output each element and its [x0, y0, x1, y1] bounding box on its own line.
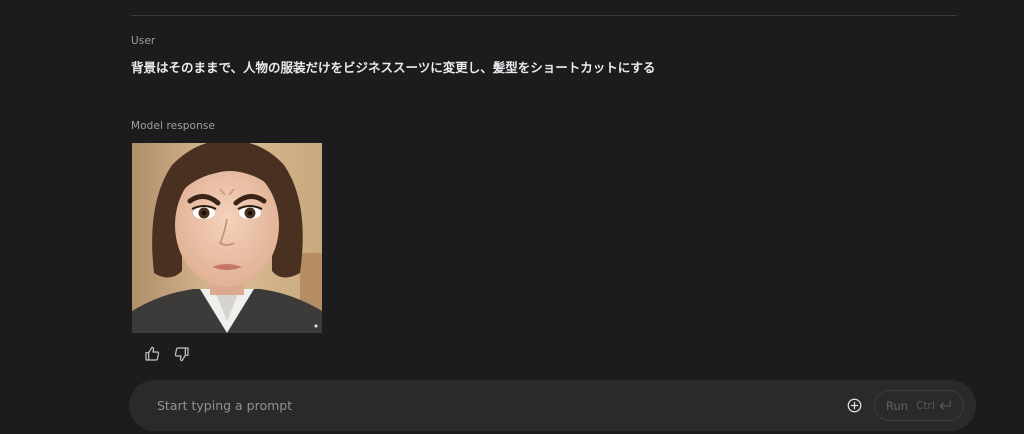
- portrait-illustration: [132, 143, 322, 333]
- user-message: 背景はそのままで、人物の服装だけをビジネススーツに変更し、髪型をショートカットに…: [131, 60, 656, 75]
- chat-app: User 背景はそのままで、人物の服装だけをビジネススーツに変更し、髪型をショー…: [0, 0, 1024, 434]
- run-label: Run: [886, 398, 909, 413]
- enter-key-icon: [938, 400, 952, 412]
- run-button[interactable]: Run Ctrl: [874, 390, 964, 421]
- user-role-label: User: [131, 35, 156, 47]
- thumb-up-button[interactable]: [143, 345, 161, 363]
- top-divider: [131, 15, 957, 16]
- model-role-label: Model response: [131, 120, 215, 132]
- run-shortcut-label: Ctrl: [916, 399, 935, 412]
- thumb-down-icon: [174, 347, 189, 362]
- thumb-down-button[interactable]: [173, 345, 191, 363]
- prompt-input[interactable]: [157, 393, 817, 417]
- generated-image[interactable]: [132, 143, 322, 333]
- thumb-up-icon: [145, 346, 160, 361]
- add-media-button[interactable]: [846, 397, 862, 413]
- add-circle-icon: [847, 398, 861, 412]
